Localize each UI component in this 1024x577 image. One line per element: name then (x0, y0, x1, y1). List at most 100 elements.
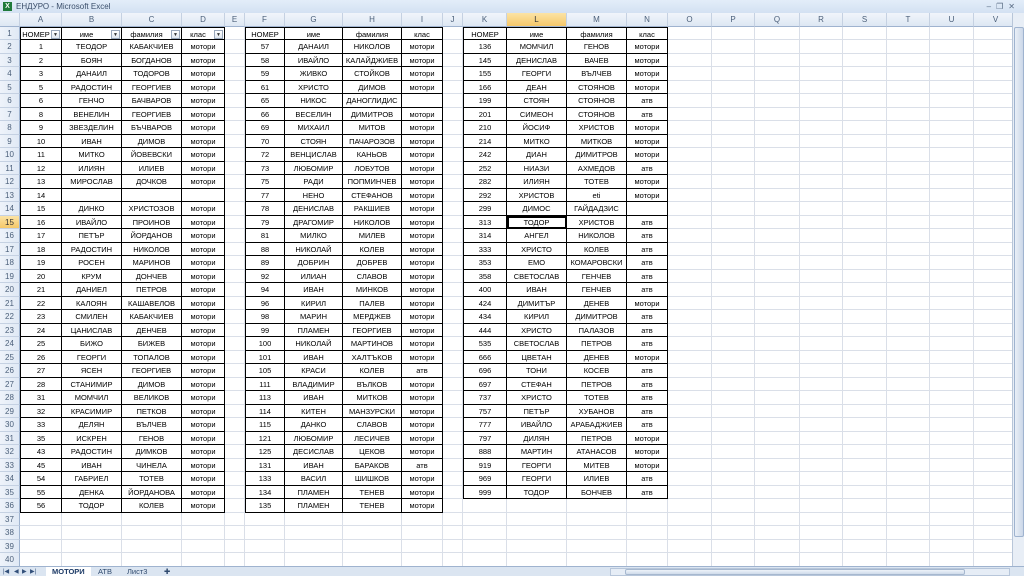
table-cell[interactable]: ДИМОС (507, 202, 567, 216)
column-header-l[interactable]: L (507, 13, 567, 27)
cell[interactable] (930, 202, 974, 216)
table-cell[interactable]: ДОНЧЕВ (122, 269, 182, 283)
table-cell[interactable]: мотори (402, 202, 443, 216)
table-cell[interactable]: ДАНОГЛИДИС (343, 94, 402, 108)
cell[interactable] (443, 377, 463, 391)
cell[interactable] (887, 526, 930, 540)
table-cell[interactable]: мотори (627, 148, 668, 162)
cell[interactable] (225, 188, 245, 202)
table-cell[interactable]: 57 (245, 40, 285, 54)
table-cell[interactable]: 28 (20, 377, 62, 391)
cell[interactable] (225, 445, 245, 459)
table-cell[interactable]: 98 (245, 310, 285, 324)
table-cell[interactable]: 27 (20, 364, 62, 378)
table-cell[interactable]: ВЕЛИКОВ (122, 391, 182, 405)
table-cell[interactable]: СИМЕОН (507, 107, 567, 121)
cell[interactable] (402, 553, 443, 566)
table-cell[interactable]: ДАНКО (285, 418, 343, 432)
cell[interactable] (712, 404, 755, 418)
table-cell[interactable]: МАНЗУРСКИ (343, 404, 402, 418)
table-cell[interactable]: ИВАН (62, 458, 122, 472)
table-cell[interactable]: 70 (245, 134, 285, 148)
cell[interactable] (930, 269, 974, 283)
cell[interactable] (887, 296, 930, 310)
table-cell[interactable]: 11 (20, 148, 62, 162)
cell[interactable] (800, 161, 843, 175)
table-cell[interactable]: 73 (245, 161, 285, 175)
table-cell[interactable]: СТОЯН (285, 134, 343, 148)
table-cell[interactable]: СВЕТОСЛАВ (507, 337, 567, 351)
cell[interactable] (225, 377, 245, 391)
column-header-f[interactable]: F (245, 13, 285, 27)
table-cell[interactable]: ВЪЛЧЕВ (122, 418, 182, 432)
cell[interactable] (225, 148, 245, 162)
table-cell[interactable]: атв (627, 377, 668, 391)
cell[interactable] (712, 526, 755, 540)
table-cell[interactable]: ПЛАМЕН (285, 499, 343, 513)
cell[interactable] (225, 26, 245, 40)
cell[interactable] (974, 553, 1012, 566)
cell[interactable] (755, 26, 800, 40)
cell[interactable] (800, 283, 843, 297)
cell[interactable] (930, 161, 974, 175)
cell[interactable] (930, 134, 974, 148)
cell[interactable] (668, 175, 712, 189)
table-cell[interactable]: ИВАЙЛО (507, 418, 567, 432)
cell[interactable] (930, 472, 974, 486)
cell[interactable] (930, 40, 974, 54)
cell[interactable] (755, 40, 800, 54)
cell[interactable] (627, 512, 668, 526)
table-cell[interactable]: 969 (463, 472, 507, 486)
cell[interactable] (443, 242, 463, 256)
cell[interactable] (225, 539, 245, 553)
table-cell[interactable]: 88 (245, 242, 285, 256)
cell[interactable] (712, 67, 755, 81)
table-cell[interactable]: ДАНАИЛ (285, 40, 343, 54)
table-cell[interactable]: БОГДАНОВ (122, 53, 182, 67)
row-header-5[interactable]: 5 (0, 80, 20, 94)
table-cell[interactable]: мотори (182, 404, 225, 418)
sort-filter-icon[interactable]: ▼ (51, 29, 60, 39)
cell[interactable] (843, 553, 887, 566)
cell[interactable] (974, 256, 1012, 270)
cell[interactable] (887, 553, 930, 566)
table-cell[interactable]: НИКОС (285, 94, 343, 108)
cell[interactable] (668, 107, 712, 121)
cell[interactable] (887, 80, 930, 94)
table-cell[interactable]: ДИМОВ (122, 134, 182, 148)
cell[interactable] (755, 148, 800, 162)
cell[interactable] (668, 148, 712, 162)
table-cell[interactable]: НИКОЛОВ (122, 242, 182, 256)
cell[interactable] (668, 485, 712, 499)
table-cell[interactable]: МИТКО (62, 148, 122, 162)
cell[interactable] (443, 134, 463, 148)
table-cell[interactable]: 75 (245, 175, 285, 189)
cell[interactable] (800, 499, 843, 513)
table-header-cell[interactable]: клас (627, 26, 668, 40)
cell[interactable] (755, 215, 800, 229)
cell[interactable] (974, 27, 1012, 40)
filter-dropdown-icon[interactable]: ▼ (171, 29, 180, 39)
cell[interactable] (225, 458, 245, 472)
select-all-corner[interactable] (0, 13, 20, 27)
table-cell[interactable]: атв (627, 418, 668, 432)
table-cell[interactable]: ДИМОВ (343, 80, 402, 94)
table-cell[interactable]: мотори (182, 377, 225, 391)
table-cell[interactable]: ИЛИЯН (507, 175, 567, 189)
horizontal-scrollbar[interactable] (610, 568, 1010, 576)
cell[interactable] (225, 161, 245, 175)
cell[interactable] (343, 526, 402, 540)
table-cell[interactable]: РАДИ (285, 175, 343, 189)
table-cell[interactable]: 19 (20, 256, 62, 270)
table-cell[interactable]: 24 (20, 323, 62, 337)
table-cell[interactable]: ЦВЕТАН (507, 350, 567, 364)
cell[interactable] (843, 134, 887, 148)
cell[interactable] (443, 499, 463, 513)
cell[interactable] (887, 350, 930, 364)
table-cell[interactable]: мотори (402, 53, 443, 67)
cell[interactable] (225, 323, 245, 337)
cell[interactable] (668, 229, 712, 243)
table-header-cell[interactable]: име (507, 26, 567, 40)
cell[interactable] (755, 458, 800, 472)
table-cell[interactable]: 33 (20, 418, 62, 432)
